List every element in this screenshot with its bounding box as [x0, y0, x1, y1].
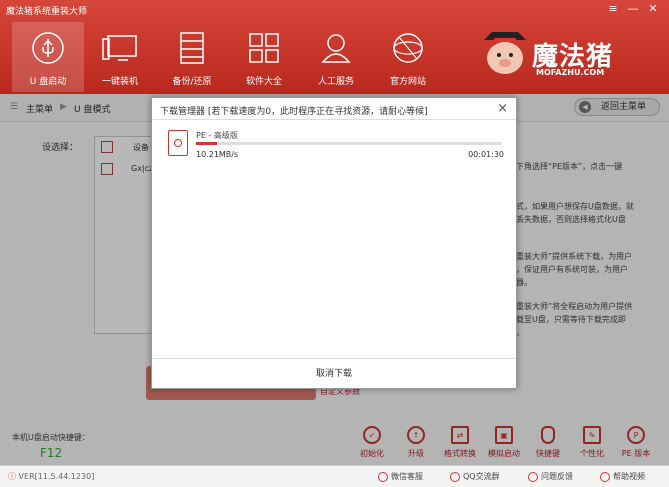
download-time: 00:01:30: [468, 150, 504, 159]
monitor-icon: [102, 28, 138, 68]
download-manager-dialog: 下载管理器 [若下载速度为0，此时程序正在寻找资源，请耐心等候] × PE - …: [151, 97, 517, 389]
person-icon: [320, 28, 352, 68]
nav-software[interactable]: 软件大全: [228, 22, 300, 92]
nav-manual-service[interactable]: 人工服务: [300, 22, 372, 92]
nav-official-site[interactable]: 官方网站: [372, 22, 444, 92]
feedback-icon: [528, 471, 538, 482]
progress-fill: [196, 142, 218, 145]
nav-label: 一键装机: [101, 77, 138, 87]
wechat-service-link[interactable]: 微信客服: [378, 471, 423, 482]
footer-link-label: 问题反馈: [541, 472, 573, 481]
logo-domain: MOFAZHU.COM: [536, 68, 605, 77]
nav-usb-boot[interactable]: U 盘启动: [12, 22, 84, 92]
footer-link-label: 帮助视频: [613, 472, 645, 481]
nav-one-click-install[interactable]: 一键装机: [84, 22, 156, 92]
file-icon: [168, 130, 188, 156]
close-icon[interactable]: ×: [497, 101, 508, 116]
download-speed: 10.21MB/s: [196, 150, 239, 159]
help-video-link[interactable]: 帮助视频: [600, 471, 645, 482]
dialog-title: 下载管理器 [若下载速度为0，此时程序正在寻找资源，请耐心等候]: [160, 107, 428, 117]
grid-icon: [248, 28, 280, 68]
footer-link-label: QQ交流群: [463, 472, 500, 481]
main-nav: U 盘启动 一键装机 备份/还原 软件大全 人工服务 官方网站: [12, 22, 444, 92]
pig-mascot-icon: [484, 32, 526, 74]
nav-backup-restore[interactable]: 备份/还原: [156, 22, 228, 92]
nav-label: U 盘启动: [29, 77, 67, 87]
version-text: VER[11.5.44.1230]: [18, 472, 95, 481]
version-label: ⓘ VER[11.5.44.1230]: [8, 471, 94, 482]
cancel-label: 取消下载: [315, 369, 352, 379]
cancel-download-button[interactable]: 取消下载: [152, 358, 516, 388]
minimize-button[interactable]: —: [624, 2, 642, 16]
feedback-link[interactable]: 问题反馈: [528, 471, 573, 482]
usb-icon: [31, 28, 65, 68]
status-bar: ⓘ VER[11.5.44.1230] 微信客服 QQ交流群 问题反馈 帮助视频: [0, 465, 669, 487]
qq-icon: [450, 471, 460, 482]
download-item: PE - 高级版 10.21MB/s 00:01:30: [166, 128, 506, 162]
globe-icon: [391, 28, 425, 68]
nav-label: 备份/还原: [172, 77, 212, 87]
wechat-icon: [378, 471, 388, 482]
brand-logo: 魔法猪 MOFAZHU.COM: [480, 24, 660, 84]
nav-label: 官方网站: [389, 77, 426, 87]
question-icon: [600, 471, 610, 482]
close-window-button[interactable]: ✕: [644, 2, 662, 16]
download-name: PE - 高级版: [196, 131, 238, 140]
dialog-header: 下载管理器 [若下载速度为0，此时程序正在寻找资源，请耐心等候] ×: [152, 98, 516, 120]
backup-icon: [179, 28, 205, 68]
info-icon: ⓘ: [8, 472, 19, 481]
nav-label: 人工服务: [317, 77, 354, 87]
qq-group-link[interactable]: QQ交流群: [450, 471, 500, 482]
app-header: 魔法猪系统重装大师 ≡ — ✕ U 盘启动 一键装机 备份/还原 软件大全 人工…: [0, 0, 669, 94]
menu-button[interactable]: ≡: [604, 2, 622, 16]
download-progress-bar: [196, 142, 502, 145]
footer-link-label: 微信客服: [391, 472, 423, 481]
nav-label: 软件大全: [245, 77, 282, 87]
app-title: 魔法猪系统重装大师: [6, 7, 88, 17]
